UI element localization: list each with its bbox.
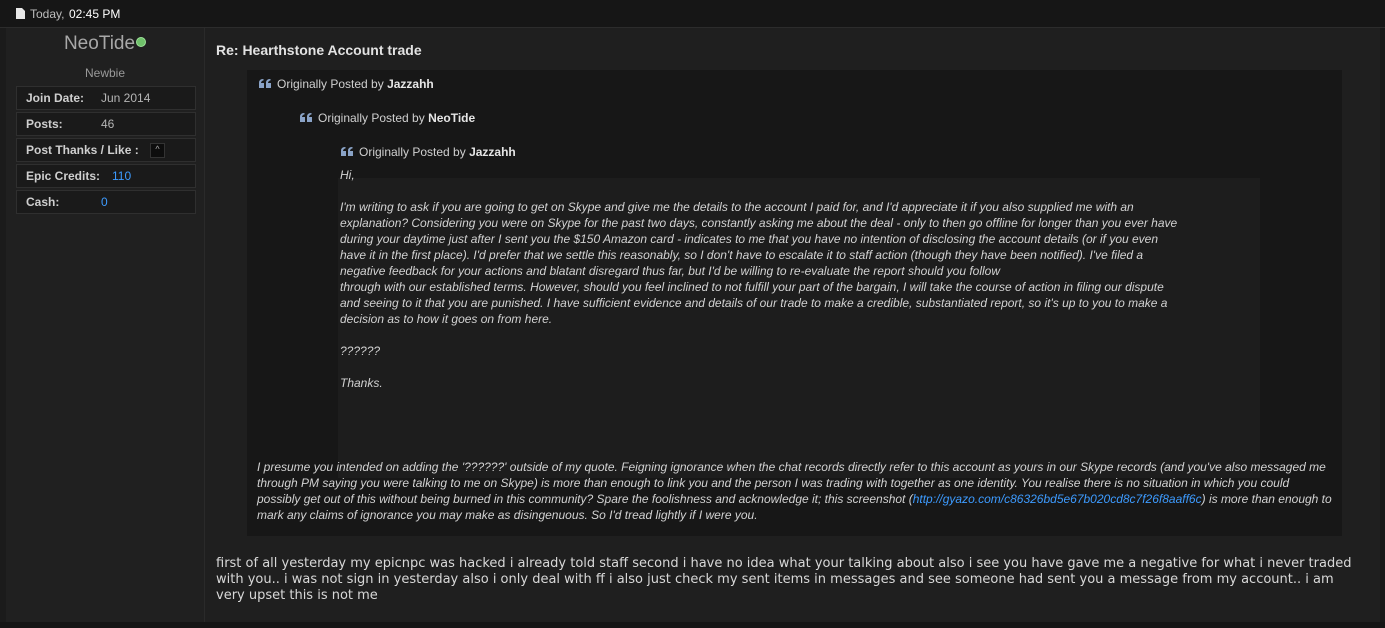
stat-label: Epic Credits: [26, 169, 101, 183]
quote-reply-text: I presume you intended on adding the '??… [257, 459, 1335, 523]
quote-author-link[interactable]: NeoTide [428, 111, 475, 125]
screenshot-link[interactable]: http://gyazo.com/c86326bd5e67b020cd8c7f2… [913, 492, 1202, 506]
stat-posts: Posts: 46 [16, 112, 196, 136]
quote-prefix: Originally Posted by [318, 111, 425, 125]
stat-value-link[interactable]: 110 [112, 169, 131, 183]
post-title: Re: Hearthstone Account trade [216, 42, 422, 58]
quote-block-outer: Originally Posted by Jazzahh Originally … [247, 70, 1342, 536]
stat-label: Posts: [26, 117, 63, 131]
stat-value: 46 [101, 117, 115, 131]
stat-label: Join Date: [26, 91, 85, 105]
post-header-bar: Today, 02:45 PM [0, 0, 1385, 28]
quote-icon [300, 113, 312, 123]
stat-value: Jun 2014 [101, 91, 151, 105]
quote-header: Originally Posted by Jazzahh [341, 145, 516, 159]
collapse-icon[interactable]: ^ [150, 143, 165, 158]
post-message: first of all yesterday my epicnpc was ha… [216, 556, 1352, 603]
quote-prefix: Originally Posted by [359, 145, 466, 159]
stat-value-link[interactable]: 0 [101, 195, 108, 209]
online-status-icon [136, 36, 147, 47]
stat-epic-credits: Epic Credits: 110 [16, 164, 196, 188]
quote-header: Originally Posted by NeoTide [300, 111, 475, 125]
quote-author-link[interactable]: Jazzahh [387, 77, 434, 91]
stat-label: Post Thanks / Like : [26, 143, 139, 157]
document-icon [16, 8, 25, 19]
username-row: NeoTide [6, 33, 204, 55]
user-info-panel: NeoTide Newbie Join Date: Jun 2014 Posts… [6, 28, 205, 622]
stat-post-thanks: Post Thanks / Like : ^ [16, 138, 196, 162]
quote-header: Originally Posted by Jazzahh [259, 77, 434, 91]
stat-join-date: Join Date: Jun 2014 [16, 86, 196, 110]
username-link[interactable]: NeoTide [64, 33, 135, 54]
scrollbar-track[interactable] [1380, 28, 1385, 622]
quote-prefix: Originally Posted by [277, 77, 384, 91]
page-bottom-edge [0, 622, 1385, 628]
inner-quote-text: Hi, I'm writing to ask if you are going … [340, 168, 1178, 390]
user-title: Newbie [84, 66, 126, 80]
stat-cash: Cash: 0 [16, 190, 196, 214]
post-content: Re: Hearthstone Account trade Originally… [205, 28, 1380, 622]
quote-icon [341, 147, 353, 157]
post-time: 02:45 PM [69, 7, 121, 21]
post-date: Today, [30, 7, 65, 21]
stat-label: Cash: [26, 195, 60, 209]
quote-icon [259, 79, 271, 89]
quote-author-link[interactable]: Jazzahh [469, 145, 516, 159]
